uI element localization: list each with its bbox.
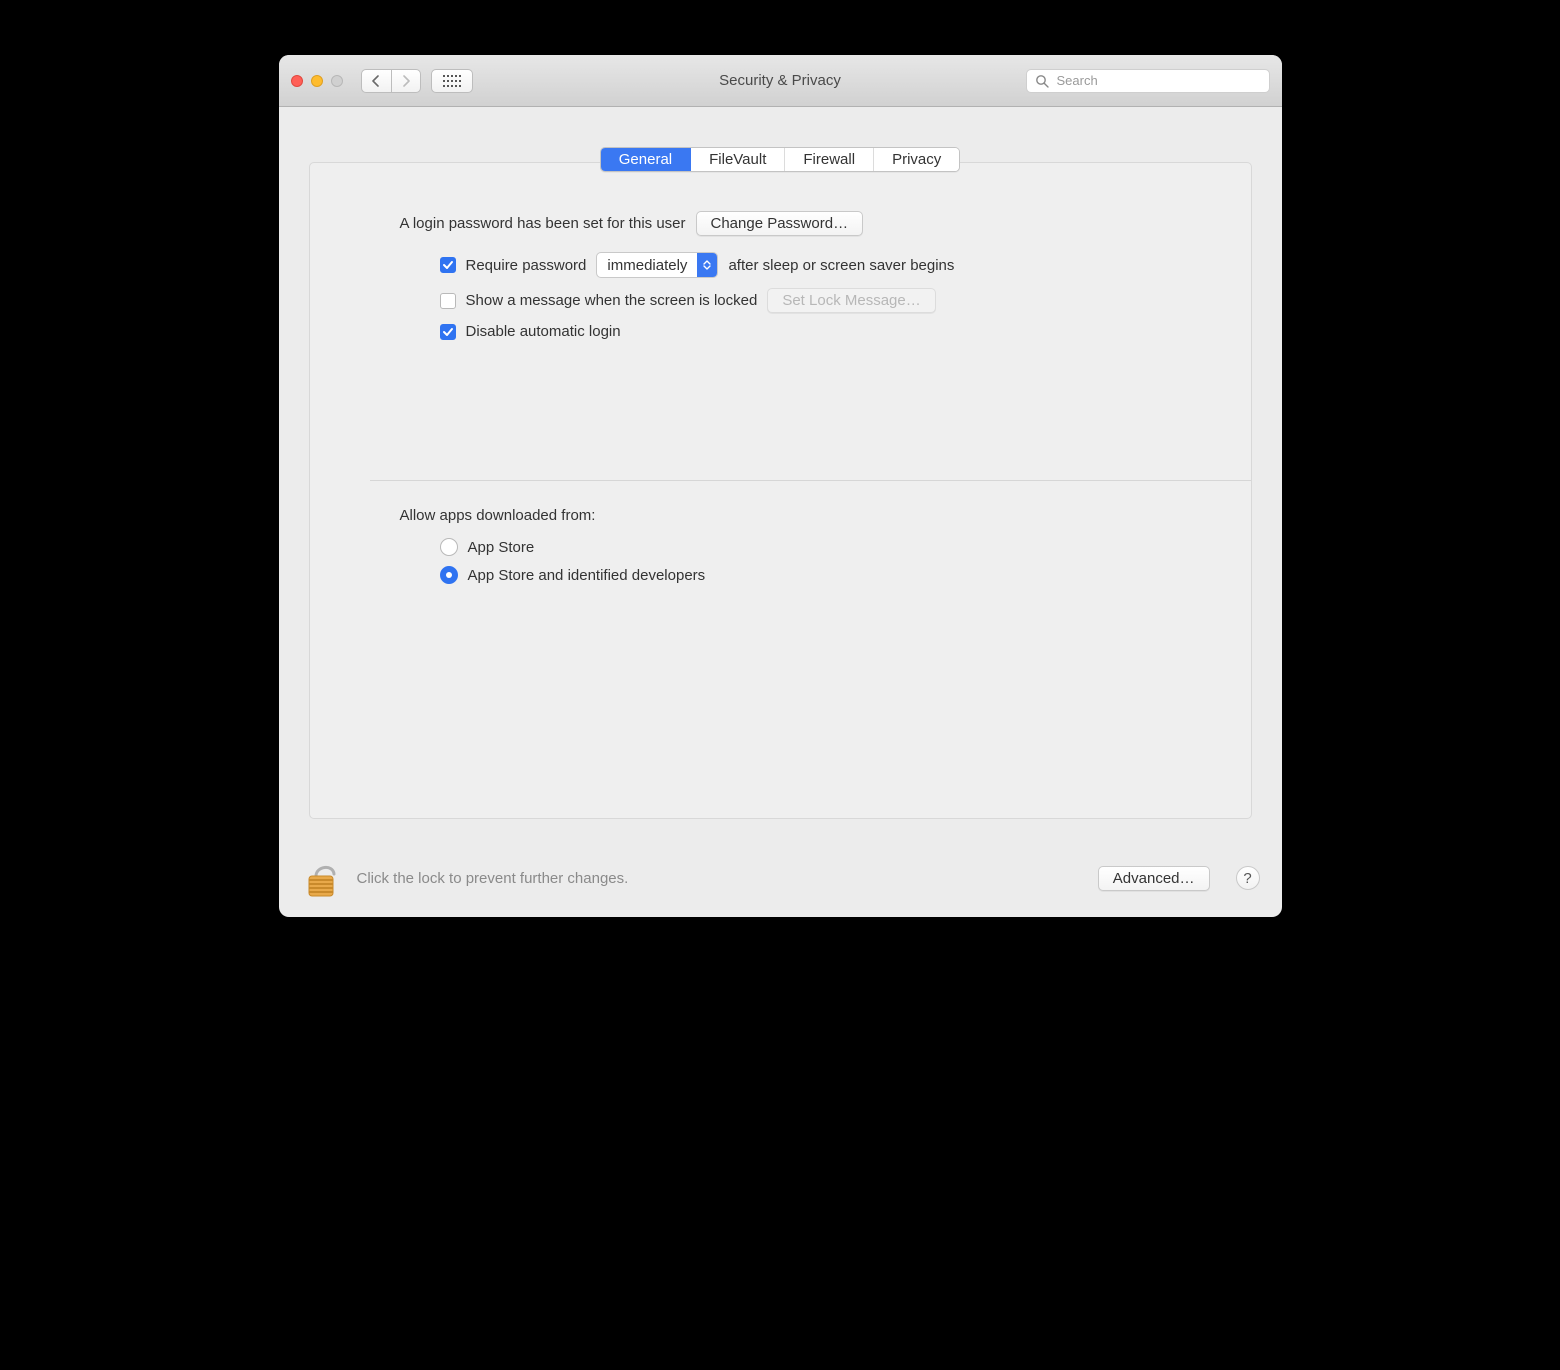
- show-lock-message-checkbox[interactable]: [440, 293, 456, 309]
- tab-firewall[interactable]: Firewall: [785, 148, 874, 171]
- select-stepper-icon: [697, 253, 717, 277]
- tab-general[interactable]: General: [601, 148, 691, 171]
- allow-apps-app-store-radio[interactable]: [440, 538, 458, 556]
- security-privacy-window: Security & Privacy General FileVault Fir…: [279, 55, 1282, 917]
- change-password-button[interactable]: Change Password…: [696, 211, 864, 236]
- preference-body: General FileVault Firewall Privacy A log…: [279, 107, 1282, 839]
- disable-auto-login-checkbox[interactable]: [440, 324, 456, 340]
- tab-general-label: General: [619, 151, 672, 168]
- tab-bar: General FileVault Firewall Privacy: [600, 147, 961, 172]
- require-password-label-before: Require password: [466, 257, 587, 274]
- general-panel: A login password has been set for this u…: [309, 162, 1252, 819]
- allow-apps-app-store-label: App Store: [468, 539, 535, 556]
- disable-auto-login-label: Disable automatic login: [466, 323, 621, 340]
- allow-apps-identified-radio[interactable]: [440, 566, 458, 584]
- section-divider: [370, 480, 1251, 481]
- window-controls: [291, 75, 343, 87]
- footer: Click the lock to prevent further change…: [279, 839, 1282, 917]
- search-icon: [1035, 74, 1049, 88]
- advanced-button[interactable]: Advanced…: [1098, 866, 1210, 891]
- tab-privacy-label: Privacy: [892, 151, 941, 168]
- show-all-button[interactable]: [431, 69, 473, 93]
- allow-apps-heading: Allow apps downloaded from:: [400, 507, 1191, 524]
- nav-buttons: [361, 69, 421, 93]
- require-password-delay-value: immediately: [597, 253, 697, 277]
- lock-icon[interactable]: [301, 856, 341, 900]
- help-button[interactable]: ?: [1236, 866, 1260, 890]
- tab-firewall-label: Firewall: [803, 151, 855, 168]
- forward-button: [391, 69, 421, 93]
- require-password-label-after: after sleep or screen saver begins: [728, 257, 954, 274]
- tab-privacy[interactable]: Privacy: [874, 148, 959, 171]
- close-window-button[interactable]: [291, 75, 303, 87]
- search-field[interactable]: [1026, 69, 1270, 93]
- show-lock-message-label: Show a message when the screen is locked: [466, 292, 758, 309]
- minimize-window-button[interactable]: [311, 75, 323, 87]
- tab-filevault-label: FileVault: [709, 151, 766, 168]
- login-password-text: A login password has been set for this u…: [400, 215, 686, 232]
- set-lock-message-button: Set Lock Message…: [767, 288, 935, 313]
- zoom-window-button: [331, 75, 343, 87]
- search-input[interactable]: [1055, 72, 1261, 89]
- back-button[interactable]: [361, 69, 391, 93]
- require-password-delay-select[interactable]: immediately: [596, 252, 718, 278]
- titlebar: Security & Privacy: [279, 55, 1282, 107]
- tab-filevault[interactable]: FileVault: [691, 148, 785, 171]
- require-password-checkbox[interactable]: [440, 257, 456, 273]
- lock-help-text: Click the lock to prevent further change…: [357, 870, 1082, 887]
- allow-apps-identified-label: App Store and identified developers: [468, 567, 706, 584]
